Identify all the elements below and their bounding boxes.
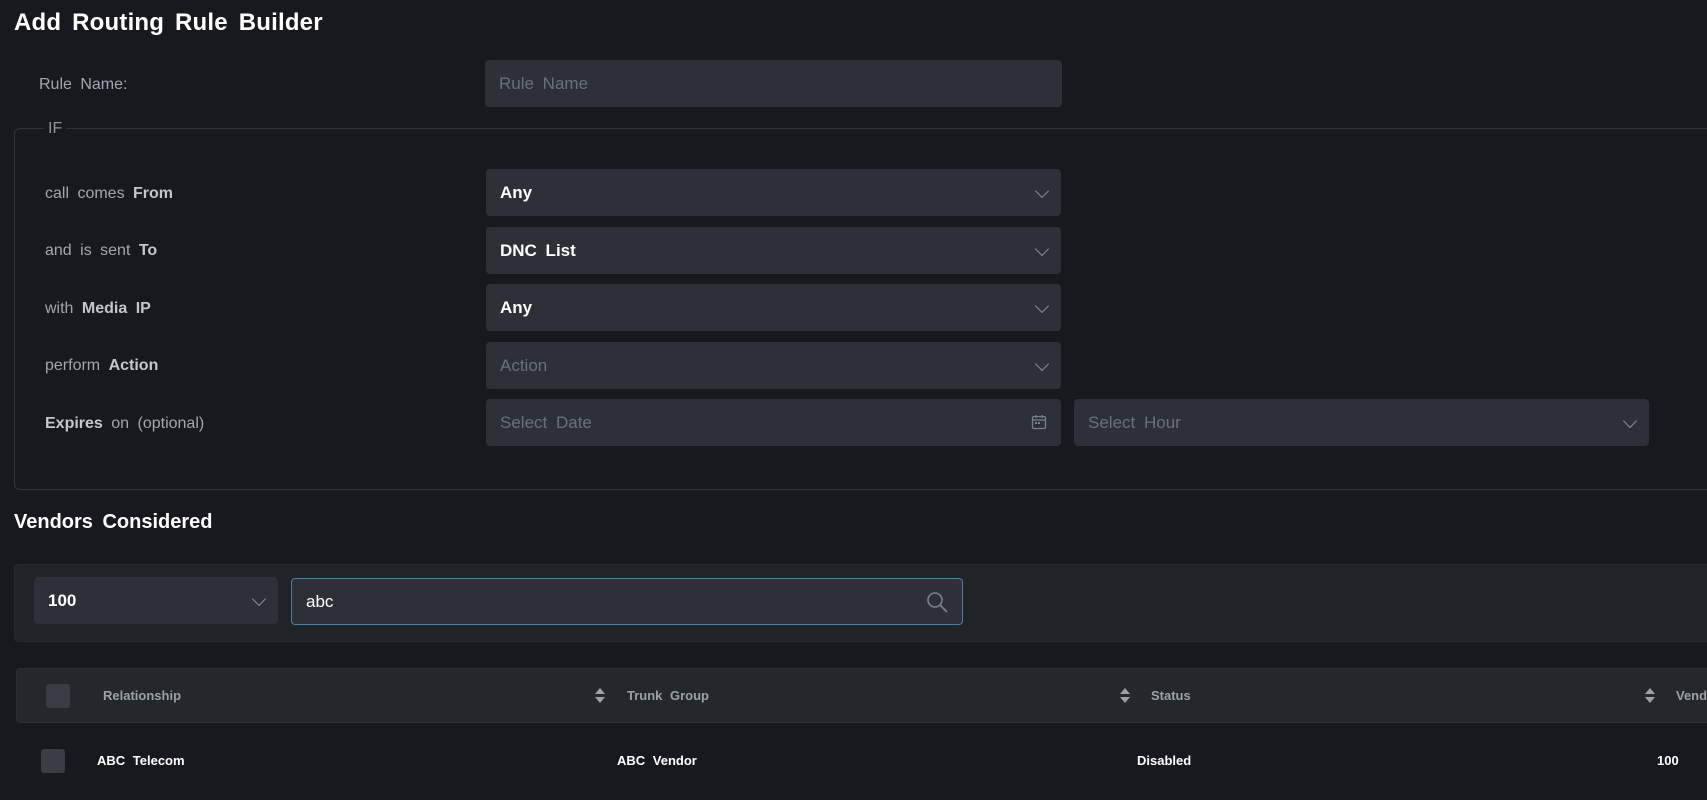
search-icon[interactable] (926, 591, 948, 613)
rule-name-placeholder: Rule Name (499, 73, 589, 93)
cell-status: Disabled (1137, 753, 1192, 768)
expires-hour-placeholder: Select Hour (1088, 412, 1181, 432)
cell-relationship: ABC Telecom (97, 753, 185, 768)
sort-icon[interactable] (1120, 688, 1130, 703)
media-ip-label: with Media IP (45, 300, 151, 318)
to-label: and is sent To (45, 242, 157, 260)
vendor-search-box[interactable] (291, 578, 963, 625)
page-size-select[interactable]: 100 (34, 577, 278, 624)
vendors-title: Vendors Considered (14, 511, 213, 533)
action-label-prefix: perform (45, 357, 101, 374)
table-header (16, 668, 1707, 723)
expires-label-suffix: on (optional) (111, 415, 205, 432)
from-select-value: Any (500, 182, 533, 202)
column-header-relationship[interactable]: Relationship (103, 688, 181, 703)
action-label-keyword: Action (108, 357, 159, 374)
row-checkbox[interactable] (41, 749, 65, 773)
sort-icon[interactable] (1645, 688, 1655, 703)
action-select[interactable]: Action (486, 342, 1061, 389)
to-select-value: DNC List (500, 240, 576, 260)
media-ip-label-prefix: with (45, 300, 74, 317)
chevron-down-icon (1034, 298, 1050, 313)
column-header-status[interactable]: Status (1151, 688, 1191, 703)
from-label: call comes From (45, 185, 173, 203)
from-select[interactable]: Any (486, 169, 1061, 216)
page-title: Add Routing Rule Builder (14, 9, 323, 36)
from-label-keyword: From (133, 185, 174, 202)
select-all-checkbox[interactable] (46, 684, 70, 708)
calendar-icon[interactable] (1031, 414, 1047, 430)
chevron-down-icon (1034, 241, 1050, 256)
cell-vendor: 100 (1657, 753, 1679, 768)
column-header-vendor[interactable]: Vend (1676, 688, 1707, 703)
chevron-down-icon (1034, 356, 1050, 371)
rule-name-input[interactable]: Rule Name (485, 60, 1062, 107)
to-label-keyword: To (138, 242, 158, 259)
chevron-down-icon (1622, 413, 1638, 428)
to-select[interactable]: DNC List (486, 227, 1061, 274)
expires-label: Expires on (optional) (45, 415, 204, 433)
page-size-value: 100 (48, 590, 77, 610)
media-ip-label-keyword: Media IP (81, 300, 151, 317)
chevron-down-icon (251, 591, 267, 606)
sort-icon[interactable] (595, 688, 605, 703)
expires-hour-select[interactable]: Select Hour (1074, 399, 1649, 446)
expires-date-input[interactable]: Select Date (486, 399, 1061, 446)
rule-name-label: Rule Name: (39, 76, 128, 93)
expires-date-placeholder: Select Date (500, 412, 592, 432)
column-header-trunk-group[interactable]: Trunk Group (627, 688, 709, 703)
expires-label-keyword: Expires (45, 415, 103, 432)
action-select-placeholder: Action (500, 355, 548, 375)
from-label-prefix: call comes (45, 185, 125, 202)
media-ip-select[interactable]: Any (486, 284, 1061, 331)
to-label-prefix: and is sent (45, 242, 131, 259)
action-label: perform Action (45, 357, 158, 375)
vendor-search-input[interactable] (306, 591, 886, 612)
chevron-down-icon (1034, 183, 1050, 198)
if-legend: IF (44, 120, 67, 138)
media-ip-select-value: Any (500, 297, 533, 317)
cell-trunk-group: ABC Vendor (617, 753, 697, 768)
table-row[interactable] (16, 735, 1707, 785)
